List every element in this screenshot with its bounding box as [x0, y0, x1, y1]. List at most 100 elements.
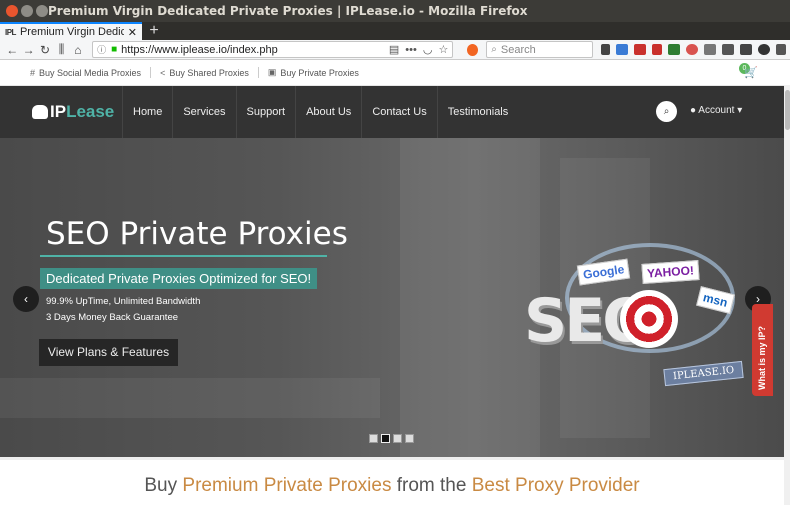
favicon-icon: IPL	[5, 27, 16, 37]
url-text[interactable]: https://www.iplease.io/index.php	[121, 44, 383, 56]
site-search-button[interactable]: ⌕	[656, 101, 677, 122]
search-placeholder: Search	[500, 43, 536, 56]
share-icon: <	[160, 67, 166, 78]
lock-icon: ▣	[267, 67, 277, 77]
hashtag-icon: #	[30, 67, 36, 78]
extension-red-icon[interactable]	[634, 44, 646, 55]
background-rack	[0, 378, 380, 418]
caret-down-icon: ▾	[737, 105, 743, 116]
browser-tab[interactable]: IPL Premium Virgin Dedicat ✕	[0, 22, 142, 40]
iplease-badge: IPLEASE.IO	[663, 360, 744, 387]
browser-navbar: ← → ↻ ⫼ ⌂ ⓘ ■ https://www.iplease.io/ind…	[0, 40, 790, 60]
account-menu[interactable]: ● Account ▾	[690, 105, 742, 116]
tab-title: Premium Virgin Dedicat	[19, 26, 124, 38]
hero-title: SEO Private Proxies	[46, 216, 348, 252]
reload-icon[interactable]: ↻	[37, 43, 53, 57]
screenshot-icon[interactable]	[740, 44, 752, 55]
hero-title-underline	[40, 255, 327, 257]
toplink-social[interactable]: # Buy Social Media Proxies	[30, 68, 141, 78]
nav-testimonials[interactable]: Testimonials	[436, 86, 519, 138]
tab-close-icon[interactable]: ✕	[128, 26, 137, 39]
slide-indicators	[369, 434, 414, 443]
headline-accent-2: Best Proxy Provider	[471, 475, 640, 496]
tab-strip: IPL Premium Virgin Dedicat ✕ +	[0, 22, 790, 40]
secure-lock-icon[interactable]: ■	[111, 44, 117, 55]
what-is-my-ip-tab[interactable]: What is my IP?	[752, 304, 773, 396]
menu-icon[interactable]	[776, 44, 786, 55]
top-links-bar: # Buy Social Media Proxies < Buy Shared …	[0, 60, 790, 86]
divider	[150, 67, 152, 78]
toplink-label[interactable]: Buy Shared Proxies	[169, 68, 249, 78]
nav-contact-us[interactable]: Contact Us	[361, 86, 436, 138]
nav-support[interactable]: Support	[235, 86, 296, 138]
window-minimize-button[interactable]	[21, 5, 33, 17]
extension-gray-icon[interactable]	[704, 44, 716, 55]
slide-dot[interactable]	[405, 434, 414, 443]
nav-home[interactable]: Home	[122, 86, 172, 138]
slide-dot-active[interactable]	[381, 434, 390, 443]
toplink-private[interactable]: ▣ Buy Private Proxies	[268, 67, 359, 78]
toplink-label[interactable]: Buy Private Proxies	[280, 68, 359, 78]
nav-about-us[interactable]: About Us	[295, 86, 361, 138]
extension-dark-icon[interactable]	[758, 44, 770, 55]
hero-tagline: Dedicated Private Proxies Optimized for …	[40, 268, 318, 289]
yahoo-card: YAHOO!	[641, 260, 700, 284]
background-rack	[400, 138, 540, 457]
adblock-icon[interactable]	[686, 44, 698, 55]
page-actions-icon[interactable]: •••	[405, 44, 417, 56]
divider	[257, 67, 259, 78]
logo-ip: IP	[50, 102, 67, 121]
search-bar[interactable]: ⌕ Search	[486, 41, 593, 58]
section-divider	[0, 457, 784, 460]
download-icon[interactable]	[601, 44, 610, 55]
extension-grid-icon[interactable]	[616, 44, 628, 55]
account-label: Account	[698, 105, 735, 116]
toplink-shared[interactable]: < Buy Shared Proxies	[160, 68, 249, 78]
home-icon[interactable]: ⌂	[70, 43, 86, 57]
slide-dot[interactable]	[369, 434, 378, 443]
prev-slide-button[interactable]: ‹	[13, 286, 39, 312]
cloud-logo-icon	[32, 105, 48, 119]
site-header: IP Lease Home Services Support About Us C…	[0, 86, 790, 138]
hero-slider: SEO Private Proxies Dedicated Private Pr…	[0, 138, 790, 457]
hero-feature-2: 3 Days Money Back Guarantee	[46, 312, 179, 323]
target-icon	[620, 290, 678, 348]
scrollbar-thumb[interactable]	[785, 90, 790, 130]
cart-icon[interactable]: 🛒	[744, 66, 758, 79]
what-is-my-ip-label: What is my IP?	[757, 325, 767, 390]
search-icon: ⌕	[491, 44, 497, 55]
sidebar-icon[interactable]	[722, 44, 734, 55]
slide-dot[interactable]	[393, 434, 402, 443]
headline-accent-1: Premium Private Proxies	[182, 475, 392, 496]
reader-view-icon[interactable]: ▤	[389, 43, 399, 56]
pocket-icon[interactable]: ◡	[423, 43, 433, 56]
user-icon: ●	[690, 105, 697, 116]
bookmark-star-icon[interactable]: ☆	[438, 43, 448, 56]
page-scrollbar[interactable]	[784, 85, 790, 505]
forward-icon[interactable]: →	[20, 43, 36, 57]
extension-fox-icon[interactable]	[467, 43, 479, 56]
window-close-button[interactable]	[6, 5, 18, 17]
url-bar[interactable]: ⓘ ■ https://www.iplease.io/index.php ▤ •…	[92, 41, 454, 58]
toplink-label[interactable]: Buy Social Media Proxies	[39, 68, 141, 78]
library-icon[interactable]: ⫼	[53, 42, 69, 57]
view-plans-button[interactable]: View Plans & Features	[39, 339, 178, 366]
site-logo[interactable]: IP Lease	[0, 86, 122, 138]
window-maximize-button[interactable]	[36, 5, 48, 17]
seo-illustration: SEO Google YAHOO! msn IPLEASE.IO	[520, 238, 750, 393]
section-headline: Buy Premium Private Proxies from the Bes…	[0, 475, 784, 497]
back-icon[interactable]: ←	[4, 43, 20, 57]
toolbar-icons	[601, 44, 786, 55]
headline-pre: Buy	[144, 475, 183, 496]
window-title: Premium Virgin Dedicated Private Proxies…	[48, 4, 528, 18]
nav-services[interactable]: Services	[172, 86, 235, 138]
new-tab-button[interactable]: +	[142, 22, 166, 40]
extension-scissors-icon[interactable]	[652, 44, 662, 55]
extension-green-icon[interactable]	[668, 44, 680, 55]
info-icon[interactable]: ⓘ	[97, 43, 106, 56]
logo-lease: Lease	[66, 102, 115, 121]
window-titlebar: Premium Virgin Dedicated Private Proxies…	[0, 0, 790, 22]
intro-section: Buy Premium Private Proxies from the Bes…	[0, 457, 790, 505]
headline-mid: from the	[391, 475, 472, 496]
hero-feature-1: 99.9% UpTime, Unlimited Bandwidth	[46, 296, 201, 307]
